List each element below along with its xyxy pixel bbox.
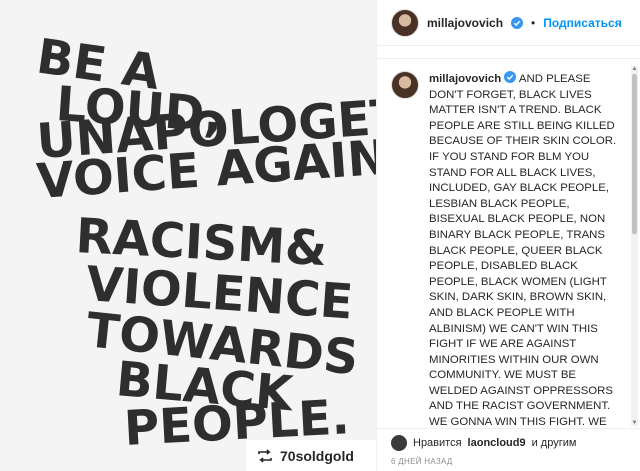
caption-verified-badge-icon <box>504 71 517 83</box>
caption-scrollbar[interactable]: ▲ ▼ <box>631 66 638 426</box>
liker-username[interactable]: laoncloud9 <box>468 437 526 449</box>
liker-avatar[interactable] <box>391 435 407 451</box>
post-date[interactable]: 6 ДНЕЙ НАЗАД <box>391 457 627 466</box>
author-avatar[interactable] <box>391 8 419 37</box>
likes-suffix[interactable]: и другим <box>532 437 577 449</box>
poster-artwork: BE A LOUD, UNAPOLOGETIC VOICE AGAINST RA… <box>33 28 376 457</box>
post-footer: Нравится laoncloud9 и другим 6 ДНЕЙ НАЗА… <box>377 428 640 471</box>
caption-area: millajovovich AND PLEASE DON'T FORGET, B… <box>377 58 640 428</box>
header-separator: • <box>531 15 536 30</box>
scroll-up-arrow-icon[interactable]: ▲ <box>631 66 638 72</box>
verified-badge-icon <box>511 16 524 29</box>
post-sidebar: millajovovich • Подписаться millajovovic… <box>376 0 640 471</box>
scroll-thumb[interactable] <box>632 74 637 234</box>
caption-text: millajovovich AND PLEASE DON'T FORGET, B… <box>429 71 619 428</box>
caption-body: AND PLEASE DON'T FORGET, BLACK LIVES MAT… <box>429 73 617 428</box>
post-image[interactable]: BE A LOUD, UNAPOLOGETIC VOICE AGAINST RA… <box>0 0 376 471</box>
follow-button[interactable]: Подписаться <box>543 16 621 30</box>
likes-prefix: Нравится <box>413 437 462 449</box>
repost-username[interactable]: 70soldgold <box>280 448 354 464</box>
post-header: millajovovich • Подписаться <box>377 0 640 46</box>
author-username[interactable]: millajovovich <box>427 16 503 30</box>
caption-avatar[interactable] <box>391 71 419 99</box>
repost-icon <box>258 448 272 463</box>
likes-summary: Нравится laoncloud9 и другим <box>391 435 627 451</box>
caption-username[interactable]: millajovovich <box>429 73 501 85</box>
scroll-down-arrow-icon[interactable]: ▼ <box>631 420 638 426</box>
instagram-post: BE A LOUD, UNAPOLOGETIC VOICE AGAINST RA… <box>0 0 640 471</box>
repost-credit[interactable]: 70soldgold <box>246 440 376 471</box>
